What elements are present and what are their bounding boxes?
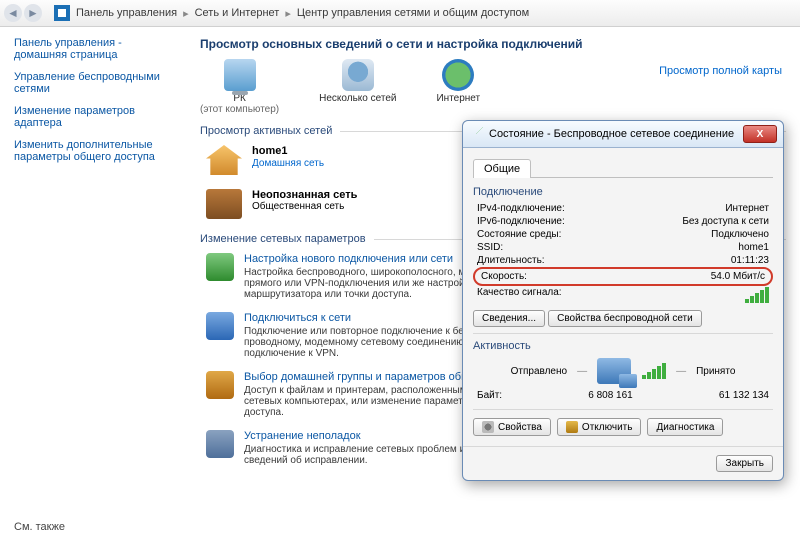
map-sublabel: (этот компьютер) — [200, 104, 279, 115]
disconnect-button[interactable]: Отключить — [557, 418, 642, 436]
properties-button[interactable]: Свойства — [473, 418, 551, 436]
crumb[interactable]: Сеть и Интернет — [195, 7, 280, 19]
map-label: Интернет — [436, 93, 480, 104]
tab-general[interactable]: Общие — [473, 159, 531, 178]
network-type-link[interactable]: Домашняя сеть — [252, 158, 324, 169]
close-button[interactable]: X — [743, 125, 777, 143]
status-dialog: Состояние - Беспроводное сетевое соедине… — [462, 120, 784, 481]
sidebar-link-adapter[interactable]: Изменение параметров адаптера — [14, 105, 166, 129]
diagnostics-button[interactable]: Диагностика — [647, 418, 723, 436]
tabstrip: Общие — [473, 158, 773, 178]
network-name: home1 — [252, 145, 324, 157]
map-item-internet: Интернет — [436, 59, 480, 104]
activity-panel: Отправлено — — Принято — [473, 358, 773, 384]
kv-row: SSID:home1 — [473, 241, 773, 254]
bytes-row: Байт: 6 808 161 61 132 134 — [473, 388, 773, 403]
control-panel-icon — [54, 5, 70, 21]
wifi-icon — [469, 127, 483, 141]
gear-icon — [482, 421, 494, 433]
map-label: Несколько сетей — [319, 93, 396, 104]
group-activity: Активность — [473, 340, 773, 352]
plug-icon — [566, 421, 578, 433]
map-item-networks: Несколько сетей — [319, 59, 396, 104]
house-icon — [206, 145, 242, 175]
chevron-right-icon: ▸ — [285, 7, 291, 20]
network-name: Неопознанная сеть — [252, 189, 357, 201]
full-map-link[interactable]: Просмотр полной карты — [659, 65, 782, 77]
see-also-heading: См. также — [14, 521, 65, 533]
connect-icon — [206, 312, 234, 340]
sent-label: Отправлено — [511, 366, 567, 377]
nav-arrows: ◄ ► — [4, 4, 42, 22]
kv-speed-highlight: Скорость:54.0 Мбит/с — [473, 267, 773, 286]
globe-icon — [442, 59, 474, 91]
dialog-titlebar[interactable]: Состояние - Беспроводное сетевое соедине… — [463, 121, 783, 148]
network-type-text: Общественная сеть — [252, 201, 357, 212]
networks-icon — [342, 59, 374, 91]
computer-icon — [224, 59, 256, 91]
sidebar-link-sharing[interactable]: Изменить дополнительные параметры общего… — [14, 139, 166, 163]
kv-signal: Качество сигнала: — [473, 286, 773, 304]
back-button[interactable]: ◄ — [4, 4, 22, 22]
kv-row: IPv4-подключение:Интернет — [473, 202, 773, 215]
page-title: Просмотр основных сведений о сети и наст… — [200, 37, 786, 51]
monitors-icon — [597, 358, 631, 384]
wireless-props-button[interactable]: Свойства беспроводной сети — [548, 310, 702, 327]
signal-bars-icon — [641, 363, 666, 379]
sidebar-link-wireless[interactable]: Управление беспроводными сетями — [14, 71, 166, 95]
kv-row: Состояние среды:Подключено — [473, 228, 773, 241]
sidebar: Панель управления - домашняя страница Уп… — [0, 27, 176, 543]
crumb[interactable]: Центр управления сетями и общим доступом — [297, 7, 529, 19]
crumb[interactable]: Панель управления — [76, 7, 177, 19]
signal-bars-icon — [744, 287, 769, 303]
new-connection-icon — [206, 253, 234, 281]
group-connection: Подключение — [473, 186, 773, 198]
bench-icon — [206, 189, 242, 219]
breadcrumb: ◄ ► Панель управления ▸ Сеть и Интернет … — [0, 0, 800, 27]
chevron-right-icon: ▸ — [183, 7, 189, 20]
homegroup-icon — [206, 371, 234, 399]
kv-row: IPv6-подключение:Без доступа к сети — [473, 215, 773, 228]
details-button[interactable]: Сведения... — [473, 310, 545, 327]
sidebar-link-home[interactable]: Панель управления - домашняя страница — [14, 37, 166, 61]
close-dialog-button[interactable]: Закрыть — [716, 455, 773, 472]
forward-button[interactable]: ► — [24, 4, 42, 22]
troubleshoot-icon — [206, 430, 234, 458]
dialog-title: Состояние - Беспроводное сетевое соедине… — [489, 128, 734, 140]
kv-row: Длительность:01:11:23 — [473, 254, 773, 267]
map-item-pc: РК (этот компьютер) — [200, 59, 279, 115]
recv-label: Принято — [696, 366, 735, 377]
